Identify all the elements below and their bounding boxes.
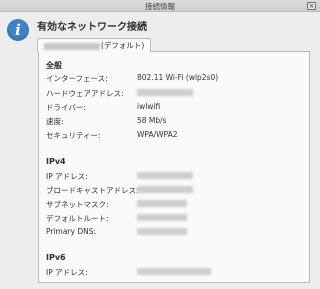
driver-label: ドライバー: <box>46 103 86 112</box>
subnet-mask-label: サブネットマスク: <box>46 200 109 209</box>
hardware-address-label: ハードウェアアドレス: <box>46 89 124 98</box>
primary-dns-value <box>137 228 187 235</box>
driver-value: iwlwifi <box>137 102 161 111</box>
interface-label: インターフェース: <box>46 74 108 83</box>
default-route-value <box>137 214 187 221</box>
broadcast-address-value <box>137 186 193 193</box>
section-ipv4-title: IPv4 <box>46 157 66 166</box>
section-ipv6-title: IPv6 <box>46 253 66 262</box>
primary-dns-label: Primary DNS: <box>46 227 97 236</box>
speed-label: 速度: <box>46 117 64 126</box>
close-button[interactable]: × <box>307 2 316 10</box>
ipv4-address-label: IP アドレス: <box>46 172 88 181</box>
page-title: 有効なネットワーク接続 <box>37 22 147 33</box>
security-label: セキュリティー: <box>46 131 101 140</box>
ipv6-address-value <box>137 268 211 275</box>
security-value: WPA/WPA2 <box>137 130 178 139</box>
subnet-mask-value <box>137 200 187 207</box>
section-general-title: 全般 <box>46 61 62 70</box>
tab-label-suffix: (デフォルト) <box>101 41 145 50</box>
hardware-address-value <box>137 89 193 96</box>
window-titlebar: 接続情報 × <box>0 0 320 12</box>
broadcast-address-label: ブロードキャストアドレス: <box>46 186 139 195</box>
default-route-label: デフォルトルート: <box>46 214 109 223</box>
connection-details-panel: 全般 インターフェース: 802.11 Wi-Fi (wlp2s0) ハードウェ… <box>38 51 310 283</box>
ipv4-address-value <box>137 172 193 179</box>
info-icon: i <box>7 19 29 41</box>
ipv6-address-label: IP アドレス: <box>46 268 88 277</box>
tab-connection[interactable]: (デフォルト) <box>37 38 152 52</box>
interface-value: 802.11 Wi-Fi (wlp2s0) <box>137 73 219 82</box>
connection-name-redacted <box>44 42 100 50</box>
window-title: 接続情報 <box>145 2 175 11</box>
speed-value: 58 Mb/s <box>137 116 167 125</box>
